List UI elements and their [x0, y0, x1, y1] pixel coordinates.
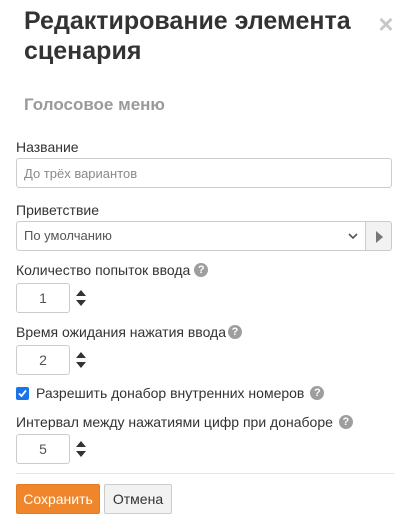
save-button[interactable]: Сохранить — [16, 484, 100, 514]
chevron-down-icon — [348, 233, 358, 240]
wait-time-label-text: Время ожидания нажатия ввода — [16, 324, 227, 340]
spinner-icon[interactable] — [75, 440, 87, 458]
checkmark-icon — [18, 389, 27, 398]
greeting-selected-value: По умолчанию — [24, 228, 112, 243]
help-icon[interactable]: ? — [338, 415, 353, 430]
play-greeting-button[interactable] — [366, 221, 392, 251]
wait-time-label: Время ожидания нажатия ввода? — [16, 324, 243, 340]
wait-time-input[interactable]: 2 — [16, 345, 70, 375]
dial-interval-input[interactable]: 5 — [16, 434, 70, 464]
dialog-title: Редактирование элемента сценария — [24, 7, 351, 65]
greeting-select[interactable]: По умолчанию — [16, 221, 366, 251]
cancel-button[interactable]: Отмена — [104, 484, 172, 514]
dial-interval-label: Интервал между нажатиями цифр при донабо… — [16, 414, 353, 430]
help-icon[interactable]: ? — [194, 263, 209, 278]
help-icon[interactable]: ? — [228, 325, 243, 340]
attempts-input[interactable]: 1 — [16, 283, 70, 313]
allow-dial-checkbox[interactable] — [16, 387, 29, 400]
spinner-icon[interactable] — [75, 289, 87, 307]
attempts-label: Количество попыток ввода? — [16, 262, 209, 278]
greeting-label: Приветствие — [16, 202, 99, 218]
spinner-icon[interactable] — [75, 351, 87, 369]
edit-scenario-dialog: Редактирование элемента сценария × Голос… — [0, 0, 410, 523]
close-icon[interactable]: × — [374, 11, 398, 37]
allow-dial-label: Разрешить донабор внутренних номеров? — [36, 385, 325, 401]
play-icon — [376, 231, 383, 243]
attempts-label-text: Количество попыток ввода — [16, 262, 191, 278]
name-label: Название — [16, 139, 79, 155]
name-input[interactable] — [16, 158, 392, 188]
help-icon[interactable]: ? — [310, 386, 325, 401]
allow-dial-label-text: Разрешить донабор внутренних номеров — [36, 385, 305, 401]
footer-divider — [16, 473, 394, 474]
dialog-subtitle: Голосовое меню — [24, 95, 165, 114]
dial-interval-label-text: Интервал между нажатиями цифр при донабо… — [16, 414, 333, 430]
